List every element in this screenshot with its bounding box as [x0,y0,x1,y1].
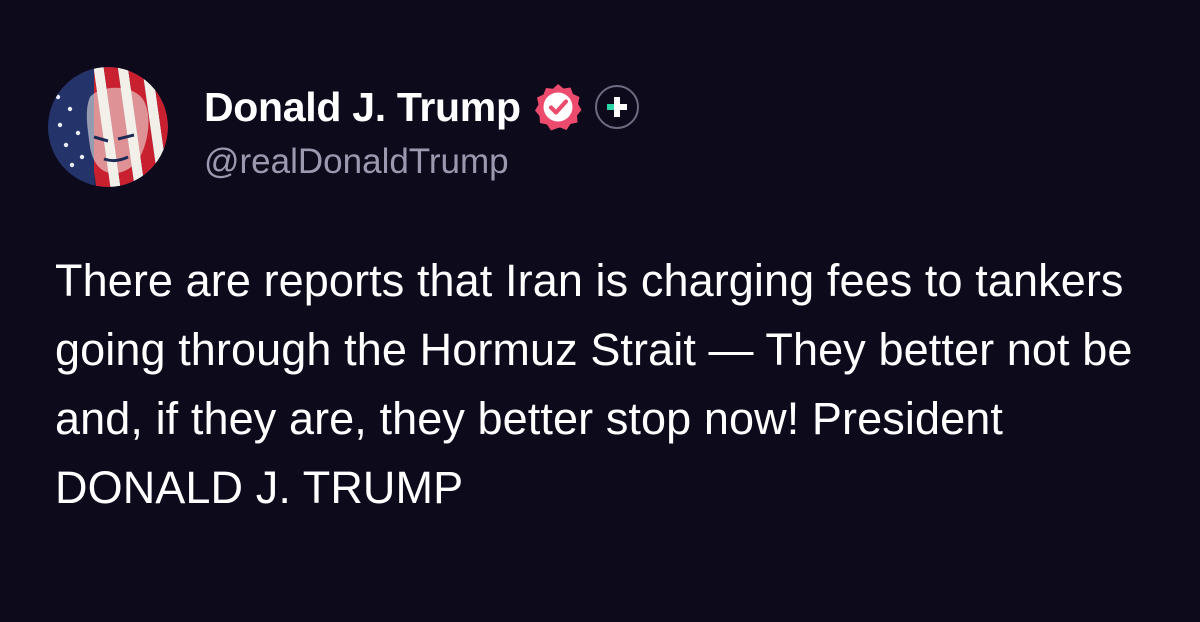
follow-button[interactable] [594,85,639,129]
post-card: Donald J. Trump @realDonaldTrump There a… [0,0,1200,622]
author-row: Donald J. Trump [204,80,639,134]
verified-badge-icon [533,82,583,132]
post-text: There are reports that Iran is charging … [55,255,1133,513]
avatar-flag-portrait-icon [48,67,168,187]
plus-icon [606,97,627,117]
handle[interactable]: @realDonaldTrump [204,142,509,182]
display-name[interactable]: Donald J. Trump [204,84,521,131]
avatar[interactable] [48,67,168,187]
